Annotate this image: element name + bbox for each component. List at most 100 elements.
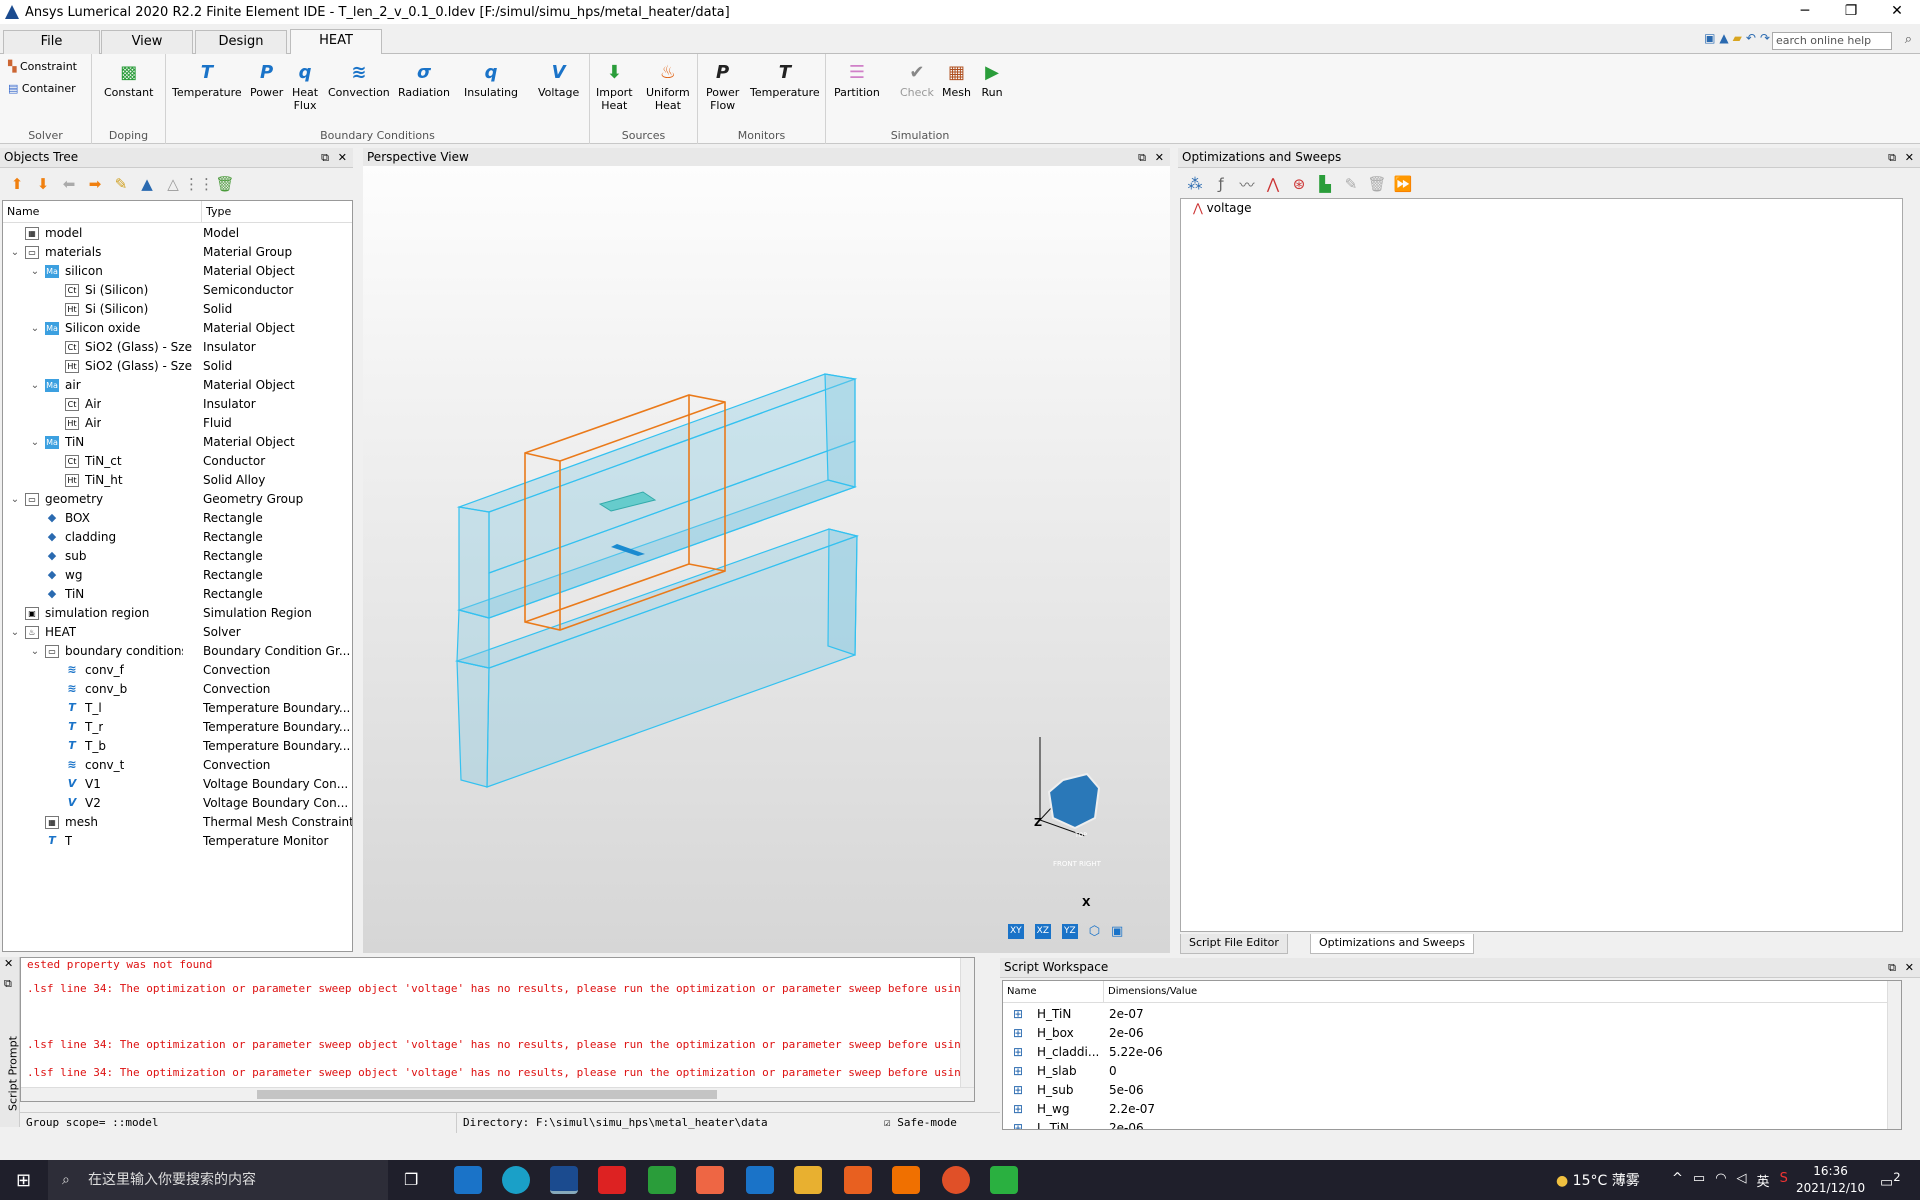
perspective-viewport[interactable]: Z X FRONT RIGHT TOP XY XZ YZ ⬡ ▣ bbox=[363, 166, 1170, 953]
notification-icon[interactable]: ▭2 bbox=[1880, 1170, 1901, 1191]
float-icon[interactable]: ⧉ bbox=[321, 148, 329, 167]
tab-view[interactable]: View bbox=[101, 30, 193, 54]
tree-row[interactable]: ⌄ Ma silicon Material Object bbox=[3, 262, 352, 281]
tree-row[interactable]: Ct TiN_ct Conductor bbox=[3, 452, 352, 471]
tree-row[interactable]: T T_r Temperature Boundary... bbox=[3, 718, 352, 737]
tab-design[interactable]: Design bbox=[195, 30, 287, 54]
tree-row[interactable]: ⌄ Ma TiN Material Object bbox=[3, 433, 352, 452]
import-heat-button[interactable]: ⬇ Import Heat bbox=[596, 60, 633, 112]
function-icon[interactable]: ƒ bbox=[1210, 173, 1232, 195]
tree-row[interactable]: ◆ TiN Rectangle bbox=[3, 585, 352, 604]
partition-button[interactable]: ☰ Partition bbox=[834, 60, 880, 99]
sogou-icon[interactable]: S bbox=[1780, 1171, 1788, 1190]
wifi-icon[interactable]: ◠ bbox=[1715, 1171, 1726, 1190]
tree-row[interactable]: ▣ simulation region Simulation Region bbox=[3, 604, 352, 623]
tree-row[interactable]: T T_l Temperature Boundary... bbox=[3, 699, 352, 718]
script-console[interactable]: ested property was not found .lsf line 3… bbox=[20, 957, 975, 1102]
float-icon[interactable]: ⧉ bbox=[4, 977, 12, 991]
grid-icon[interactable]: ⋮⋮ bbox=[184, 173, 214, 195]
tree-row[interactable]: ≋ conv_b Convection bbox=[3, 680, 352, 699]
tree-row[interactable]: ⌄ Ma air Material Object bbox=[3, 376, 352, 395]
tab-optimizations-sweeps[interactable]: Optimizations and Sweeps bbox=[1310, 934, 1475, 954]
mesh-button[interactable]: ▦ Mesh bbox=[942, 60, 971, 99]
save-view-icon[interactable]: ▣ bbox=[1111, 924, 1123, 939]
view-xy-button[interactable]: XY bbox=[1008, 924, 1024, 939]
sweep-item-voltage[interactable]: ⋀ voltage bbox=[1193, 201, 1252, 215]
temperature-bc-button[interactable]: T Temperature bbox=[172, 60, 242, 99]
tree-row[interactable]: ≋ conv_t Convection bbox=[3, 756, 352, 775]
console-hscrollbar[interactable] bbox=[21, 1087, 974, 1101]
tree-row[interactable]: ◆ cladding Rectangle bbox=[3, 528, 352, 547]
ime-indicator[interactable]: 英 bbox=[1757, 1171, 1770, 1190]
explorer-app-icon[interactable] bbox=[794, 1166, 822, 1194]
console-vscrollbar[interactable] bbox=[960, 958, 974, 1088]
uniform-heat-button[interactable]: ♨ Uniform Heat bbox=[646, 60, 690, 112]
view-yz-button[interactable]: YZ bbox=[1062, 924, 1078, 939]
tree-row[interactable]: ⌄ ▭ geometry Geometry Group bbox=[3, 490, 352, 509]
sweep-icon[interactable]: 〰 bbox=[1236, 173, 1258, 195]
window-app-icon[interactable] bbox=[746, 1166, 774, 1194]
restore-button[interactable]: ❐ bbox=[1828, 0, 1874, 24]
windows-start-icon[interactable]: ⊞ bbox=[16, 1170, 31, 1191]
tree-row[interactable]: ◆ BOX Rectangle bbox=[3, 509, 352, 528]
task-view-icon[interactable]: ❐ bbox=[404, 1170, 418, 1189]
run-sweep-icon[interactable]: ⏩ bbox=[1392, 173, 1414, 195]
tree-row[interactable]: T T Temperature Monitor bbox=[3, 832, 352, 851]
search-icon[interactable]: ⌕ bbox=[1905, 32, 1912, 47]
tree-row[interactable]: Ht Si (Silicon) Solid bbox=[3, 300, 352, 319]
orientation-gizmo[interactable] bbox=[1039, 737, 1101, 837]
tree-row[interactable]: T T_b Temperature Boundary... bbox=[3, 737, 352, 756]
close-panel-icon[interactable]: ✕ bbox=[1905, 958, 1914, 977]
folder-icon[interactable]: ▰ bbox=[1733, 31, 1742, 45]
app-mountain-icon[interactable]: ▲ bbox=[1719, 31, 1728, 45]
tree-row[interactable]: ▦ model Model bbox=[3, 224, 352, 243]
weather-widget[interactable]: ● 15°C 薄雾 bbox=[1556, 1170, 1640, 1190]
tree-row[interactable]: ≋ conv_f Convection bbox=[3, 661, 352, 680]
mail-app-icon[interactable] bbox=[454, 1166, 482, 1194]
tree-row[interactable]: Ht TiN_ht Solid Alloy bbox=[3, 471, 352, 490]
histogram-icon[interactable]: ▙ bbox=[1314, 173, 1336, 195]
run-button[interactable]: ▶ Run bbox=[980, 60, 1004, 99]
check-button[interactable]: ✔ Check bbox=[900, 60, 934, 99]
expand-chevron-icon[interactable]: ⌄ bbox=[9, 623, 21, 642]
taskbar-search[interactable]: ⌕ 在这里输入你要搜索的内容 bbox=[48, 1160, 388, 1200]
container-button[interactable]: ▤ Container bbox=[8, 82, 76, 95]
insulating-button[interactable]: q Insulating bbox=[464, 60, 518, 99]
view-3d-cube-icon[interactable]: ⬡ bbox=[1089, 924, 1100, 939]
tree-row[interactable]: V V2 Voltage Boundary Con... bbox=[3, 794, 352, 813]
constant-button[interactable]: ▩ Constant bbox=[104, 60, 153, 99]
move-left-icon[interactable]: ⬅ bbox=[58, 173, 80, 195]
network-icon[interactable]: ▭ bbox=[1693, 1171, 1705, 1190]
close-button[interactable]: ✕ bbox=[1874, 0, 1920, 24]
tree-row[interactable]: ⌄ ♨ HEAT Solver bbox=[3, 623, 352, 642]
move-up-icon[interactable]: ⬆ bbox=[6, 173, 28, 195]
tree-row[interactable]: ◆ wg Rectangle bbox=[3, 566, 352, 585]
tree-row[interactable]: ⌄ Ma Silicon oxide Material Object bbox=[3, 319, 352, 338]
wps-app-icon[interactable] bbox=[598, 1166, 626, 1194]
expand-chevron-icon[interactable]: ⌄ bbox=[29, 642, 41, 661]
safe-mode-checkbox[interactable]: ☑ Safe-mode bbox=[884, 1113, 957, 1133]
wechat-app-icon[interactable] bbox=[990, 1166, 1018, 1194]
expand-chevron-icon[interactable]: ⌄ bbox=[29, 262, 41, 281]
expand-chevron-icon[interactable]: ⌄ bbox=[29, 433, 41, 452]
workspace-scrollbar[interactable] bbox=[1887, 981, 1901, 1129]
tree-row[interactable]: ◆ sub Rectangle bbox=[3, 547, 352, 566]
tree-row[interactable]: ▦ mesh Thermal Mesh Constraint bbox=[3, 813, 352, 832]
tree-row[interactable]: Ct Air Insulator bbox=[3, 395, 352, 414]
tab-script-file-editor[interactable]: Script File Editor bbox=[1180, 934, 1288, 954]
search-input[interactable]: earch online help bbox=[1772, 32, 1892, 50]
pycharm-app-icon[interactable] bbox=[648, 1166, 676, 1194]
float-icon[interactable]: ⧉ bbox=[1888, 958, 1896, 977]
tree-row[interactable]: Ct SiO2 (Glass) - Sze Insulator bbox=[3, 338, 352, 357]
convection-button[interactable]: ≋ Convection bbox=[328, 60, 390, 99]
undo-icon[interactable]: ↶ bbox=[1746, 31, 1756, 45]
lumerical-app-icon[interactable] bbox=[550, 1166, 578, 1194]
edit-icon[interactable]: ✎ bbox=[110, 173, 132, 195]
delete-icon[interactable]: 🗑 bbox=[214, 173, 236, 195]
power-flow-button[interactable]: P Power Flow bbox=[706, 60, 739, 112]
edit-sweep-icon[interactable]: ✎ bbox=[1340, 173, 1362, 195]
temperature-monitor-button[interactable]: T Temperature bbox=[750, 60, 820, 99]
save-icon[interactable]: ▣ bbox=[1704, 31, 1715, 45]
view-xz-button[interactable]: XZ bbox=[1034, 924, 1052, 939]
expand-chevron-icon[interactable]: ⌄ bbox=[9, 243, 21, 262]
